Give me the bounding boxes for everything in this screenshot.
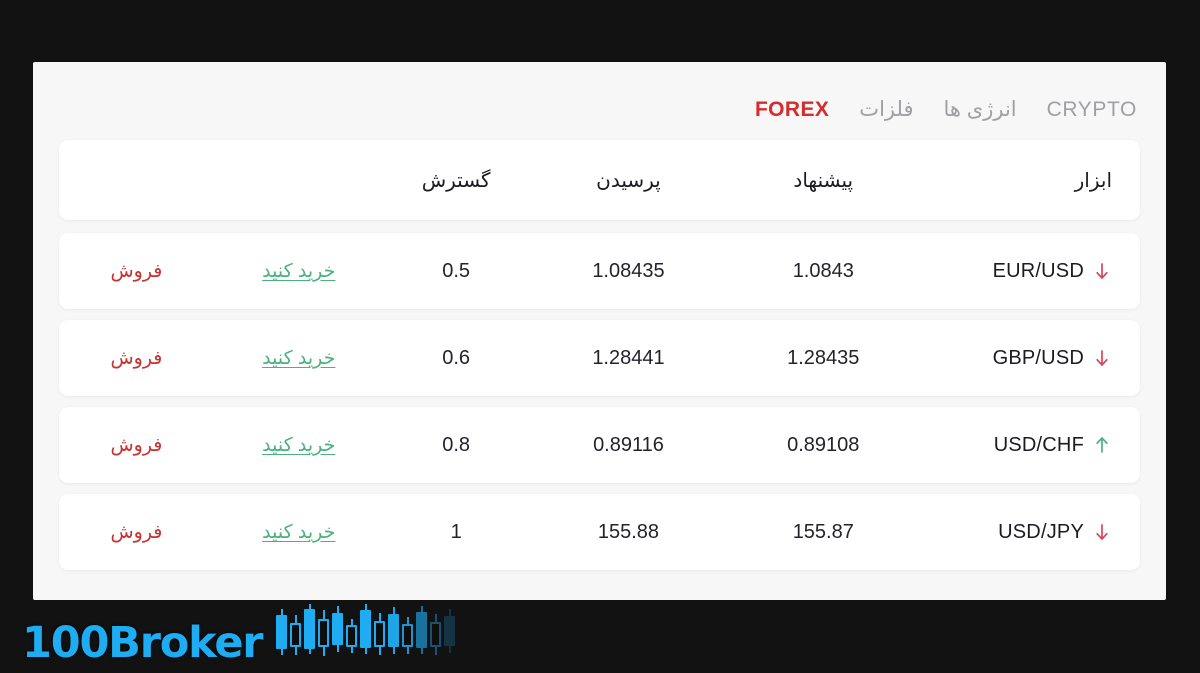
cell-buy: خرید کنید — [214, 260, 384, 283]
sell-link[interactable]: فروش — [110, 348, 162, 369]
candlestick-chart-icon — [276, 604, 456, 665]
cell-spread: 1 — [450, 520, 462, 543]
candlestick-icon — [290, 607, 302, 663]
watermark-brand-text: 100Broker — [22, 618, 263, 668]
forex-quotes-card: CRYPTO انرژی ها فلزات FOREX ابزار پیشنهاد پ… — [33, 62, 1166, 600]
cell-sell: فروش — [59, 347, 214, 370]
cell-bid: 0.89108 — [787, 433, 860, 456]
watermark: 100Broker — [22, 604, 456, 668]
instrument-name: USD/CHF — [993, 433, 1084, 456]
table-row[interactable]: USD/JPY 155.87 155.88 1 خرید کنید فروش — [59, 494, 1140, 570]
candlestick-icon — [304, 604, 316, 663]
column-header-bid: پیشنهاد — [793, 169, 854, 192]
cell-instrument: EUR/USD — [918, 260, 1140, 283]
candlestick-icon — [388, 607, 400, 663]
cell-instrument: GBP/USD — [918, 347, 1140, 370]
cell-buy: خرید کنید — [214, 521, 384, 544]
arrow-down-icon — [1092, 521, 1112, 543]
cell-instrument: USD/CHF — [918, 434, 1140, 457]
arrow-down-icon — [1092, 347, 1112, 369]
tab-metals[interactable]: فلزات — [859, 99, 913, 120]
instrument-name: EUR/USD — [992, 259, 1084, 282]
buy-link[interactable]: خرید کنید — [262, 435, 335, 456]
cell-sell: فروش — [59, 434, 214, 457]
table-header-row: ابزار پیشنهاد پرسیدن گسترش — [59, 140, 1140, 220]
sell-link[interactable]: فروش — [110, 261, 162, 282]
cell-instrument: USD/JPY — [918, 521, 1140, 544]
table-row[interactable]: USD/CHF 0.89108 0.89116 0.8 خرید کنید فروش — [59, 407, 1140, 483]
tab-crypto[interactable]: CRYPTO — [1047, 99, 1137, 120]
table-row[interactable]: EUR/USD 1.0843 1.08435 0.5 خرید کنید فروش — [59, 233, 1140, 309]
candlestick-icon — [332, 606, 344, 663]
cell-ask: 155.88 — [597, 520, 660, 543]
candlestick-icon — [360, 604, 372, 663]
cell-buy: خرید کنید — [214, 347, 384, 370]
column-header-instrument: ابزار — [1074, 169, 1112, 192]
candlestick-icon — [416, 606, 428, 663]
sell-link[interactable]: فروش — [110, 435, 162, 456]
column-header-spread: گسترش — [421, 169, 491, 192]
buy-link[interactable]: خرید کنید — [262, 261, 335, 282]
cell-bid: 155.87 — [792, 520, 854, 543]
candlestick-icon — [430, 607, 442, 663]
market-tab-bar: CRYPTO انرژی ها فلزات FOREX — [33, 62, 1166, 132]
table-row[interactable]: GBP/USD 1.28435 1.28441 0.6 خرید کنید فروش — [59, 320, 1140, 396]
cell-sell: فروش — [59, 521, 214, 544]
candlestick-icon — [374, 607, 386, 663]
tab-energy[interactable]: انرژی ها — [943, 99, 1016, 120]
cell-ask: 1.08435 — [592, 259, 665, 282]
candlestick-icon — [318, 607, 330, 663]
instrument-name: GBP/USD — [992, 346, 1084, 369]
tab-forex[interactable]: FOREX — [755, 99, 829, 120]
cell-spread: 0.6 — [442, 346, 471, 369]
arrow-up-icon — [1092, 434, 1112, 456]
quotes-table: ابزار پیشنهاد پرسیدن گسترش EUR/USD 1.0843… — [33, 140, 1166, 570]
column-header-ask: پرسیدن — [596, 169, 661, 192]
buy-link[interactable]: خرید کنید — [262, 348, 335, 369]
cell-buy: خرید کنید — [214, 434, 384, 457]
candlestick-icon — [402, 607, 414, 663]
cell-ask: 0.89116 — [593, 433, 664, 456]
cell-sell: فروش — [59, 260, 214, 283]
instrument-name: USD/JPY — [998, 520, 1084, 543]
buy-link[interactable]: خرید کنید — [262, 522, 335, 543]
cell-ask: 1.28441 — [592, 346, 665, 369]
candlestick-icon — [346, 607, 358, 663]
cell-bid: 1.0843 — [792, 259, 854, 282]
candlestick-icon — [276, 607, 288, 663]
candlestick-icon — [444, 607, 456, 663]
cell-spread: 0.8 — [442, 433, 471, 456]
arrow-down-icon — [1092, 260, 1112, 282]
sell-link[interactable]: فروش — [110, 522, 162, 543]
cell-spread: 0.5 — [442, 259, 471, 282]
cell-bid: 1.28435 — [787, 346, 860, 369]
